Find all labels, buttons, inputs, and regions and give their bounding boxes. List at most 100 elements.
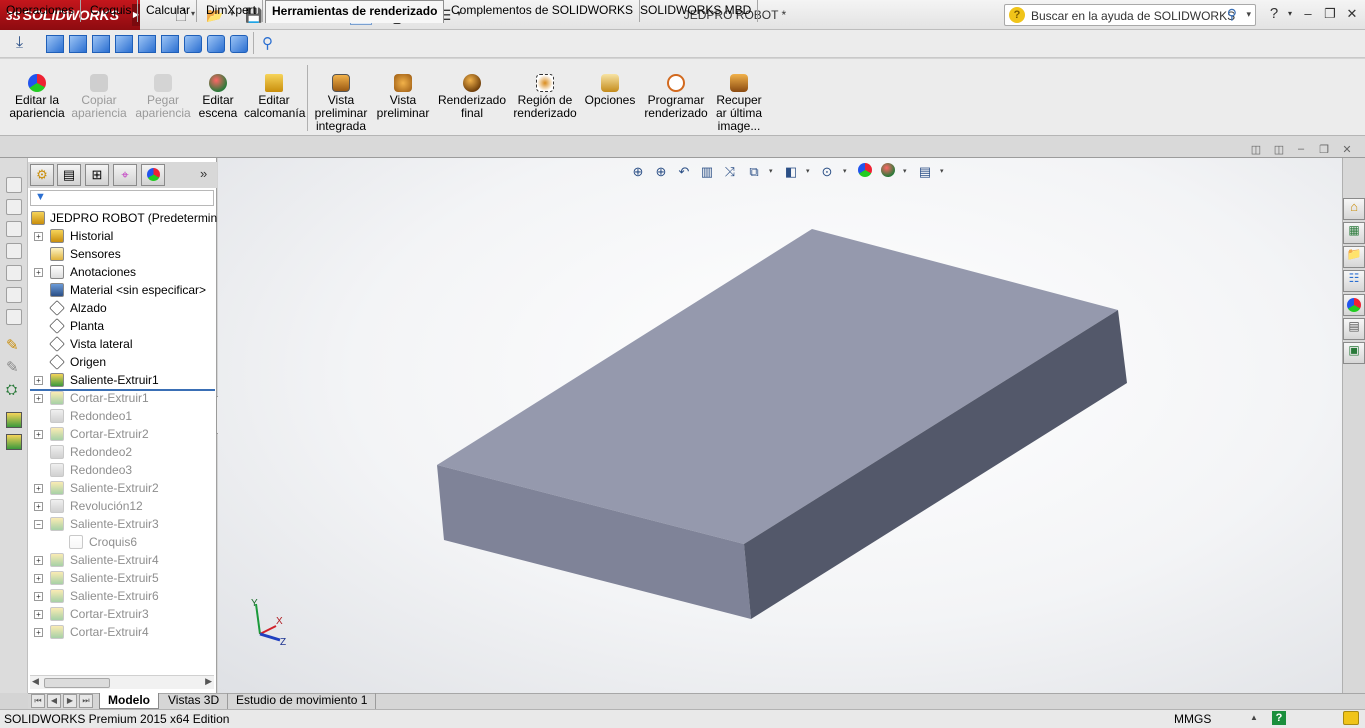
expand-icon[interactable]: + [34,430,43,439]
configuration-manager-tab-icon[interactable]: ⊞ [85,164,109,186]
view-settings-icon[interactable]: ▤ [916,163,934,181]
render-region-button[interactable]: Región de renderizado [512,74,578,120]
display-style-dropdown-icon[interactable]: ▾ [806,167,810,175]
tree-item-historial[interactable]: + Historial [28,227,217,245]
expand-icon[interactable]: + [34,232,43,241]
scroll-thumb[interactable] [44,678,110,688]
view-settings-dropdown-icon[interactable]: ▾ [940,167,944,175]
tree-item-sensores[interactable]: Sensores [28,245,217,263]
tree-item-saliente-extruir1[interactable]: + Saliente-Extruir1 [28,371,217,389]
view-front-icon[interactable] [46,35,64,53]
feature-tree-horizontal-scrollbar[interactable]: ◀ ▶ [30,675,214,689]
paste-appearance-button[interactable]: Pegar apariencia [134,74,192,120]
help-search-input[interactable]: Buscar en la ayuda de SOLIDWORKS [1031,9,1235,23]
custom-properties-icon[interactable]: ▤ [1343,318,1365,340]
expand-icon[interactable]: + [34,574,43,583]
tree-item-saliente-extruir4[interactable]: + Saliente-Extruir4 [28,551,217,569]
close-window-icon[interactable]: ✕ [1342,6,1362,22]
tree-item-saliente-extruir5[interactable]: + Saliente-Extruir5 [28,569,217,587]
tile-horizontal-icon[interactable]: ◫ [1248,143,1264,157]
expand-icon[interactable]: + [34,484,43,493]
zoom-to-fit-icon[interactable]: ⊕ [629,163,647,181]
options-button[interactable]: Opciones [584,74,636,107]
minimize-window-icon[interactable]: – [1298,6,1318,22]
zoom-to-area-icon[interactable]: ⊕ [652,163,670,181]
display-style-icon[interactable]: ◧ [782,163,800,181]
hide-show-dropdown-icon[interactable]: ▾ [843,167,847,175]
tree-item-cortar-extruir3[interactable]: + Cortar-Extruir3 [28,605,217,623]
tab-calcular[interactable]: Calcular [140,0,198,22]
cut-tool-icon[interactable] [6,434,22,450]
extrude-tool-icon[interactable] [6,412,22,428]
edit-appearance-hud-icon[interactable] [856,163,874,181]
tree-item-saliente-extruir2[interactable]: + Saliente-Extruir2 [28,479,217,497]
tree-item-alzado[interactable]: Alzado [28,299,217,317]
doc-close-icon[interactable]: ✕ [1339,143,1355,157]
tree-item-planta[interactable]: Planta [28,317,217,335]
tree-item-vista-lateral[interactable]: Vista lateral [28,335,217,353]
design-library-icon[interactable]: ▦ [1343,222,1365,244]
normal-to-icon[interactable]: ⤓ [16,34,23,52]
strip-view-2-icon[interactable] [6,199,22,215]
display-manager-tab-icon[interactable] [141,164,165,186]
doc-minimize-icon[interactable]: – [1293,143,1309,157]
rollback-bar[interactable] [30,389,215,391]
help-search-box[interactable]: ? Buscar en la ayuda de SOLIDWORKS ⚲ ▾ [1004,4,1256,26]
doc-restore-icon[interactable]: ❐ [1316,143,1332,157]
expand-icon[interactable]: + [34,268,43,277]
tab-operaciones[interactable]: Operaciones [0,0,82,22]
expand-icon[interactable]: + [34,628,43,637]
view-left-icon[interactable] [92,35,110,53]
view-right-icon[interactable] [115,35,133,53]
integrated-preview-button[interactable]: Vista preliminar integrada [312,74,370,133]
rebuild-status-icon[interactable] [1343,711,1359,725]
link-views-icon[interactable]: ⚲ [262,34,273,52]
search-icon[interactable]: ⚲ [1227,6,1237,23]
units-selector[interactable]: MMGS [1174,712,1211,726]
strip-view-1-icon[interactable] [6,177,22,193]
expand-icon[interactable]: + [34,556,43,565]
section-view-icon[interactable]: ▥ [698,163,716,181]
edit-appearance-button[interactable]: Editar la apariencia [6,74,68,120]
tree-item-material-sin-especificar[interactable]: Material <sin especificar> [28,281,217,299]
restore-window-icon[interactable]: ❐ [1320,6,1340,22]
collapse-icon[interactable]: − [34,520,43,529]
solidworks-forum-icon[interactable]: ▣ [1343,342,1365,364]
tile-vertical-icon[interactable]: ◫ [1271,143,1287,157]
dynamic-annotation-icon[interactable]: ⤨ [721,163,739,181]
scroll-right-arrow-icon[interactable]: ▶ [205,676,212,687]
edit-scene-button[interactable]: Editar escena [196,74,240,120]
strip-view-6-icon[interactable] [6,287,22,303]
tree-root[interactable]: JEDPRO ROBOT (Predeterminado [28,209,217,227]
tree-item-saliente-extruir6[interactable]: + Saliente-Extruir6 [28,587,217,605]
tree-item-origen[interactable]: Origen [28,353,217,371]
property-manager-tab-icon[interactable]: ▤ [57,164,81,186]
tab-croquis[interactable]: Croquis [84,0,139,22]
smart-dimension-icon[interactable]: ✎ [6,358,19,376]
tab-vistas-3d[interactable]: Vistas 3D [160,693,229,709]
copy-appearance-button[interactable]: Copiar apariencia [70,74,128,120]
status-help-icon[interactable]: ? [1272,711,1286,725]
solidworks-resources-icon[interactable]: ⌂ [1343,198,1365,220]
schedule-render-button[interactable]: Programar renderizado [642,74,710,120]
expand-icon[interactable]: + [34,502,43,511]
view-orientation-dropdown-icon[interactable]: ▾ [769,167,773,175]
tab-complementos[interactable]: Complementos de SOLIDWORKS [445,0,641,22]
search-dropdown-arrow-icon[interactable]: ▾ [1246,9,1251,20]
tree-item-saliente-extruir3[interactable]: − Saliente-Extruir3 [28,515,217,533]
expand-icon[interactable]: + [34,592,43,601]
view-isometric-icon[interactable] [184,35,202,53]
tab-herramientas-de-renderizado[interactable]: Herramientas de renderizado [265,0,445,23]
view-palette-icon[interactable]: ☷ [1343,270,1365,292]
strip-view-3-icon[interactable] [6,221,22,237]
last-tab-arrow-icon[interactable]: ⏭ [79,694,93,708]
hide-show-items-icon[interactable]: ⊙ [818,163,836,181]
strip-view-5-icon[interactable] [6,265,22,281]
dimxpert-manager-tab-icon[interactable]: ⌖ [113,164,137,186]
view-top-icon[interactable] [138,35,156,53]
view-bottom-icon[interactable] [161,35,179,53]
strip-view-4-icon[interactable] [6,243,22,259]
view-trimetric-icon[interactable] [207,35,225,53]
tree-item-redondeo3[interactable]: Redondeo3 [28,461,217,479]
view-orientation-icon[interactable]: ⧉ [745,163,763,181]
